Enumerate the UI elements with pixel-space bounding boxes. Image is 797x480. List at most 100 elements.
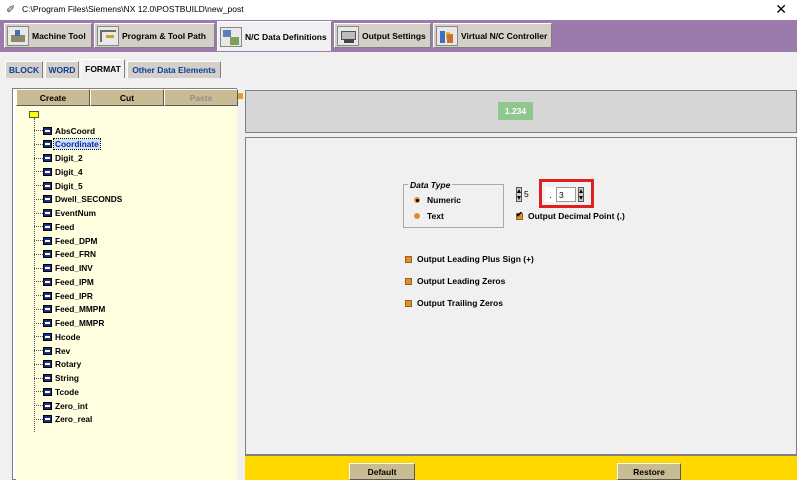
tree-item[interactable]: AbsCoord [34, 124, 96, 137]
tab-word[interactable]: WORD [45, 61, 79, 78]
tree-item[interactable]: Zero_real [34, 413, 93, 426]
pane-splitter-handle[interactable] [238, 93, 243, 99]
format-item-icon [43, 319, 52, 327]
tree-item-label: Dwell_SECONDS [55, 194, 123, 205]
tab-block[interactable]: BLOCK [5, 61, 43, 78]
leading-plus-check[interactable] [405, 255, 412, 263]
tab-virtual-nc-controller[interactable]: Virtual N/C Controller [433, 23, 552, 48]
tree-item[interactable]: Feed_DPM [34, 234, 98, 247]
tree-connector [34, 308, 43, 310]
tree-item-label: AbsCoord [55, 125, 96, 136]
tree-item[interactable]: Feed_INV [34, 262, 94, 275]
tree-connector [34, 363, 43, 365]
leading-zeros-check[interactable] [405, 277, 412, 285]
tree-item[interactable]: Hcode [34, 330, 81, 343]
tree-item[interactable]: Digit_4 [34, 165, 84, 178]
tree-item-label: Feed_MMPM [55, 304, 106, 315]
default-button[interactable]: Default [349, 463, 415, 480]
text-radio[interactable]: Text [414, 210, 444, 222]
numeric-radio[interactable]: Numeric [414, 194, 461, 206]
format-item-icon [43, 222, 52, 231]
title-bar: ✐ C:\Program Files\Siemens\NX 12.0\POSTB… [0, 0, 797, 21]
tab-format[interactable]: FORMAT [81, 59, 125, 78]
restore-button[interactable]: Restore [617, 463, 681, 480]
tab-machine-tool-label: Machine Tool [32, 30, 86, 41]
format-item-icon [43, 401, 52, 410]
leading-zeros-checkbox[interactable]: Output Leading Zeros [405, 275, 505, 287]
tree-item-label: Digit_5 [55, 180, 83, 191]
tab-other-data-elements[interactable]: Other Data Elements [127, 61, 221, 78]
tab-machine-tool[interactable]: Machine Tool [4, 23, 92, 48]
tree-item-label: Feed_IPR [55, 290, 93, 301]
format-item-icon [43, 291, 52, 300]
data-type-legend: Data Type [408, 180, 453, 190]
numeric-radio-dot[interactable] [414, 197, 420, 203]
trailing-zeros-checkbox[interactable]: Output Trailing Zeros [405, 297, 503, 309]
tree-connector [34, 171, 43, 173]
tree-item[interactable]: Digit_5 [34, 179, 84, 192]
tree-item[interactable]: EventNum [34, 207, 97, 220]
tab-program-toolpath[interactable]: Program & Tool Path [94, 23, 215, 48]
cut-button[interactable]: Cut [90, 89, 164, 106]
tree-button-row: Create Cut Paste [16, 89, 238, 106]
format-item-icon [43, 346, 52, 355]
tree-item-label: Tcode [55, 386, 79, 397]
tree-item[interactable]: Feed_MMPM [34, 303, 106, 316]
tree-connector [34, 226, 43, 228]
tree-connector [34, 157, 43, 159]
integer-digits-value: 5 [524, 189, 529, 199]
output-settings-icon [337, 25, 359, 46]
text-radio-dot[interactable] [414, 213, 420, 219]
tree-item[interactable]: Feed [34, 220, 75, 233]
tab-program-toolpath-label: Program & Tool Path [122, 30, 206, 41]
tree-connector [34, 240, 43, 241]
tree-item-label: Hcode [55, 331, 81, 342]
format-item-icon [43, 415, 52, 424]
trailing-zeros-check[interactable] [405, 299, 412, 307]
highlight-box [539, 179, 594, 208]
paste-button[interactable]: Paste [164, 89, 238, 106]
format-item-icon [43, 126, 52, 135]
tree-item-label: Digit_4 [55, 166, 83, 177]
tree-item[interactable]: Rotary [34, 358, 82, 371]
tree-item[interactable]: Feed_MMPR [34, 317, 105, 330]
tree-connector [34, 350, 43, 351]
tree-item[interactable]: Rev [34, 344, 71, 357]
integer-digits-spinner[interactable] [516, 187, 522, 202]
format-item-icon [43, 332, 52, 341]
folder-icon [29, 111, 39, 118]
tree-item[interactable]: Digit_2 [34, 152, 84, 165]
format-item-icon [43, 277, 52, 286]
window-title: C:\Program Files\Siemens\NX 12.0\POSTBUI… [22, 4, 244, 14]
tree-item[interactable]: Zero_int [34, 399, 89, 412]
tree-item-label: String [55, 373, 79, 383]
main-tab-strip: Machine Tool Program & Tool Path N/C Dat… [0, 20, 797, 52]
tree-item[interactable]: Feed_IPR [34, 289, 94, 302]
tree-item[interactable]: Feed_FRN [34, 248, 97, 261]
close-icon[interactable]: ✕ [775, 1, 787, 18]
tree-item[interactable]: Tcode [34, 385, 80, 398]
program-toolpath-icon [97, 25, 119, 46]
machine-tool-icon [7, 25, 29, 46]
tree-connector [34, 377, 43, 379]
tree-item[interactable]: Dwell_SECONDS [34, 193, 123, 206]
create-button[interactable]: Create [16, 89, 90, 106]
tree-item-label: Coordinate [53, 138, 101, 151]
output-decimal-point-check[interactable] [516, 210, 523, 220]
format-item-icon [43, 181, 52, 190]
format-item-icon [43, 154, 52, 162]
tab-nc-data-label: N/C Data Definitions [245, 31, 327, 42]
tree-connector [34, 295, 43, 296]
tab-nc-data-definitions[interactable]: N/C Data Definitions [217, 21, 332, 51]
leading-plus-checkbox[interactable]: Output Leading Plus Sign (+) [405, 253, 534, 265]
tree-item[interactable]: Coordinate [34, 138, 101, 151]
format-item-icon [43, 236, 52, 245]
format-tree: AbsCoord Coordinate Digit_2 Digit_4 Digit_5 D… [16, 106, 237, 480]
tab-output-settings[interactable]: Output Settings [334, 23, 431, 48]
tree-item[interactable]: Feed_IPM [34, 275, 95, 288]
tree-connector [34, 130, 43, 131]
format-item-icon [43, 387, 52, 396]
format-preview-value: 1.234 [498, 102, 533, 120]
tree-item[interactable]: String [34, 372, 80, 385]
output-decimal-point-checkbox[interactable]: Output Decimal Point (.) [516, 210, 625, 222]
